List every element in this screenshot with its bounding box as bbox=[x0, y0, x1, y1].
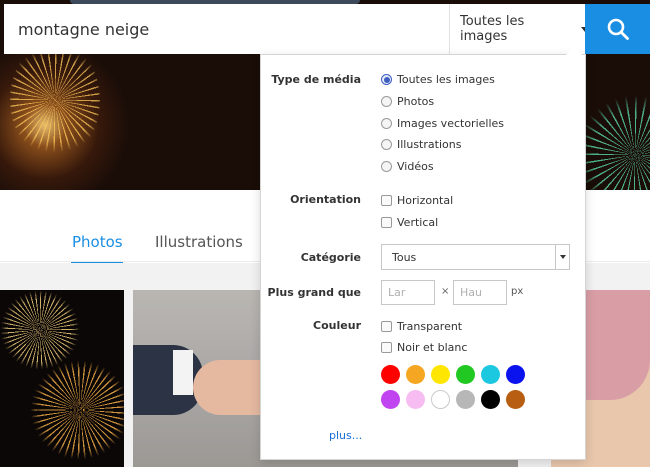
color-swatch-blue[interactable] bbox=[506, 365, 525, 384]
tab-photos[interactable]: Photos bbox=[72, 233, 123, 251]
search-input[interactable] bbox=[4, 4, 449, 54]
checkbox[interactable] bbox=[381, 321, 392, 332]
tab-illustrations[interactable]: Illustrations bbox=[155, 233, 243, 251]
radio-label: Vidéos bbox=[397, 160, 434, 173]
checkbox-label: Vertical bbox=[397, 216, 439, 229]
size-separator: × bbox=[441, 286, 450, 297]
search-bar: Toutes les images bbox=[4, 4, 589, 54]
search-button[interactable] bbox=[585, 4, 650, 54]
color-swatch-green[interactable] bbox=[456, 365, 475, 384]
chevron-down-icon bbox=[555, 245, 569, 269]
media-type-label: Type de média bbox=[271, 73, 361, 86]
firework-graphic bbox=[575, 95, 650, 190]
search-icon bbox=[607, 18, 629, 40]
color-swatch-brown[interactable] bbox=[506, 390, 525, 409]
radio-label: Illustrations bbox=[397, 138, 462, 151]
checkbox-label: Horizontal bbox=[397, 194, 454, 207]
radio-illustrations[interactable]: Illustrations bbox=[381, 138, 461, 151]
checkbox[interactable] bbox=[381, 195, 392, 206]
checkbox-horizontal[interactable]: Horizontal bbox=[381, 194, 453, 207]
firework-graphic bbox=[0, 290, 80, 370]
radio-label: Images vectorielles bbox=[397, 117, 505, 130]
checkbox-black-white[interactable]: Noir et blanc bbox=[381, 341, 467, 354]
radio-label: Toutes les images bbox=[397, 73, 495, 86]
width-input[interactable] bbox=[381, 280, 435, 305]
color-swatch-purple[interactable] bbox=[381, 390, 400, 409]
radio-label: Photos bbox=[397, 95, 435, 108]
radio-button[interactable] bbox=[381, 161, 392, 172]
color-swatch-cyan[interactable] bbox=[481, 365, 500, 384]
color-swatch-red[interactable] bbox=[381, 365, 400, 384]
checkbox[interactable] bbox=[381, 217, 392, 228]
checkbox-transparent[interactable]: Transparent bbox=[381, 320, 462, 333]
color-swatch-orange[interactable] bbox=[406, 365, 425, 384]
category-select[interactable]: Tous bbox=[381, 244, 570, 270]
color-swatch-black[interactable] bbox=[481, 390, 500, 409]
radio-button[interactable] bbox=[381, 139, 392, 150]
radio-videos[interactable]: Vidéos bbox=[381, 160, 434, 173]
filter-panel: Type de média Toutes les images Photos I… bbox=[260, 47, 586, 460]
category-value: Tous bbox=[392, 250, 417, 264]
firework-graphic bbox=[10, 40, 100, 160]
firework-graphic bbox=[30, 360, 124, 460]
result-thumbnail[interactable] bbox=[0, 290, 124, 467]
more-link[interactable]: plus... bbox=[329, 429, 362, 442]
radio-vector-images[interactable]: Images vectorielles bbox=[381, 117, 504, 130]
checkbox-label: Noir et blanc bbox=[397, 341, 468, 354]
color-label: Couleur bbox=[313, 319, 361, 332]
orientation-label: Orientation bbox=[290, 193, 361, 206]
radio-button[interactable] bbox=[381, 118, 392, 129]
checkbox-vertical[interactable]: Vertical bbox=[381, 216, 438, 229]
size-unit: px bbox=[511, 286, 524, 297]
checkbox[interactable] bbox=[381, 342, 392, 353]
color-swatch-white[interactable] bbox=[431, 390, 450, 409]
color-swatch-yellow[interactable] bbox=[431, 365, 450, 384]
size-label: Plus grand que bbox=[267, 286, 361, 299]
color-swatch-pink[interactable] bbox=[406, 390, 425, 409]
color-swatch-gray[interactable] bbox=[456, 390, 475, 409]
radio-button[interactable] bbox=[381, 74, 392, 85]
category-label: Catégorie bbox=[300, 251, 361, 264]
radio-all-images[interactable]: Toutes les images bbox=[381, 73, 495, 86]
shirt-cuff-graphic bbox=[173, 350, 193, 395]
image-type-label: Toutes les images bbox=[460, 14, 525, 44]
height-input[interactable] bbox=[453, 280, 507, 305]
radio-photos[interactable]: Photos bbox=[381, 95, 434, 108]
radio-button[interactable] bbox=[381, 96, 392, 107]
checkbox-label: Transparent bbox=[397, 320, 463, 333]
